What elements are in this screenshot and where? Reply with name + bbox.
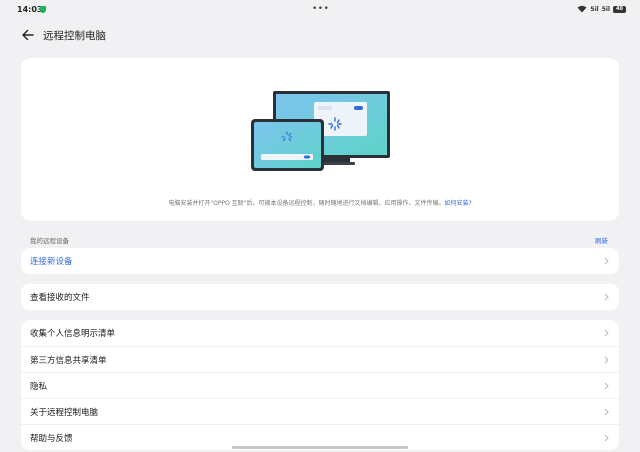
back-arrow-icon[interactable] — [20, 27, 36, 43]
info-card: 收集个人信息明示清单 第三方信息共享清单 隐私 关于远程控制电脑 帮助与反馈 — [21, 320, 619, 450]
status-bar: 14:03 ••• 5il 5il 40 — [0, 0, 640, 20]
received-files-label: 查看接收的文件 — [30, 293, 90, 303]
hero-caption: 电脑安装并打开"OPPO 互联"后，可被本设备远程控制，随时随地进行文档编辑、应… — [21, 198, 619, 207]
chevron-right-icon — [604, 257, 609, 265]
status-time: 14:03 — [17, 5, 43, 14]
how-to-install-link[interactable]: 如何安装? — [444, 200, 471, 207]
page-header: 远程控制电脑 — [0, 24, 640, 46]
list-item-label: 第三方信息共享清单 — [30, 355, 107, 366]
hero-card: 电脑安装并打开"OPPO 互联"后，可被本设备远程控制，随时随地进行文档编辑、应… — [21, 58, 619, 221]
battery-icon: 40 — [613, 5, 626, 13]
chevron-right-icon — [604, 329, 609, 337]
status-indicators: 5il 5il 40 — [577, 5, 626, 13]
chevron-right-icon — [604, 293, 609, 301]
connect-new-device-label: 连接新设备 — [30, 257, 73, 267]
list-item-label: 帮助与反馈 — [30, 433, 73, 444]
list-item-label: 收集个人信息明示清单 — [30, 329, 116, 339]
shield-icon — [40, 6, 46, 13]
list-item-label: 隐私 — [30, 381, 48, 392]
signal-icon-2: 5il — [601, 5, 610, 13]
connect-card: 连接新设备 — [21, 248, 619, 274]
page-title: 远程控制电脑 — [43, 30, 106, 42]
wifi-icon — [577, 5, 587, 13]
connect-new-device-row[interactable]: 连接新设备 — [21, 248, 619, 274]
list-item-label: 关于远程控制电脑 — [30, 407, 99, 418]
chevron-right-icon — [604, 356, 609, 364]
chevron-right-icon — [604, 408, 609, 416]
third-party-sharing-row[interactable]: 第三方信息共享清单 — [21, 346, 619, 372]
chevron-right-icon — [604, 382, 609, 390]
privacy-row[interactable]: 隐私 — [21, 372, 619, 398]
section-label-devices: 我的远程设备 — [30, 237, 69, 245]
personal-info-list-row[interactable]: 收集个人信息明示清单 — [21, 320, 619, 346]
tablet-and-monitor-illustration — [251, 91, 390, 171]
chevron-right-icon — [604, 434, 609, 442]
about-row[interactable]: 关于远程控制电脑 — [21, 398, 619, 424]
refresh-button[interactable]: 刷新 — [595, 235, 608, 245]
received-files-row[interactable]: 查看接收的文件 — [21, 284, 619, 310]
home-indicator[interactable] — [232, 446, 408, 449]
signal-icon: 5il — [590, 5, 599, 13]
files-card: 查看接收的文件 — [21, 284, 619, 310]
hero-caption-text: 电脑安装并打开"OPPO 互联"后，可被本设备远程控制，随时随地进行文档编辑、应… — [168, 200, 445, 207]
more-dots-icon[interactable]: ••• — [312, 4, 329, 14]
